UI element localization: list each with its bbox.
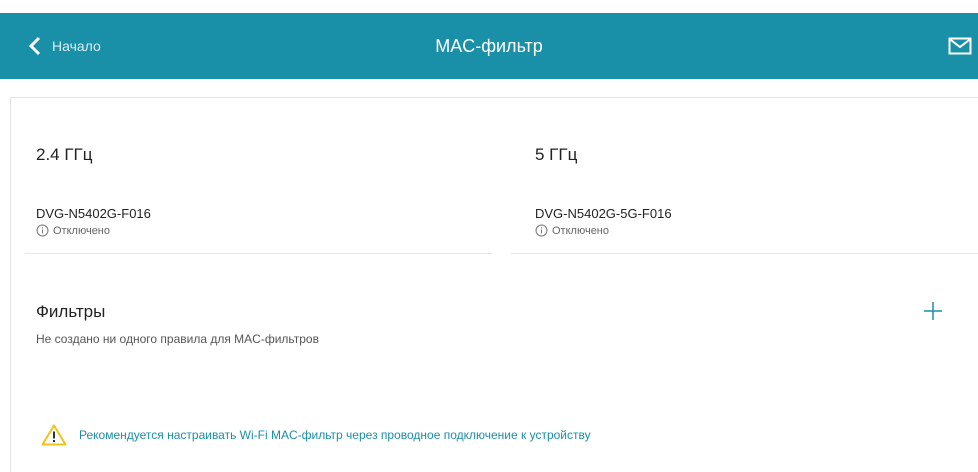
divider <box>25 253 492 254</box>
back-button[interactable]: Начало <box>28 13 101 79</box>
top-bar: Начало MAC-фильтр <box>0 13 978 79</box>
mail-icon[interactable] <box>948 37 972 55</box>
band-2-4-status: Отключено <box>36 224 110 237</box>
band-5-status-text: Отключено <box>552 224 609 237</box>
band-2-4-ssid[interactable]: DVG-N5402G-F016 <box>36 206 151 221</box>
back-label: Начало <box>52 38 101 54</box>
band-2-4-title: 2.4 ГГц <box>36 145 93 164</box>
band-2-4-status-text: Отключено <box>53 224 110 237</box>
divider <box>511 253 978 254</box>
warning-note: Рекомендуется настраивать Wi-Fi MAC-филь… <box>41 424 591 446</box>
filters-empty-message: Не создано ни одного правила для MAC-фил… <box>36 332 319 346</box>
band-5-status: Отключено <box>535 224 609 237</box>
page-title: MAC-фильтр <box>435 36 543 56</box>
band-5-title: 5 ГГц <box>535 145 578 164</box>
band-5-ssid[interactable]: DVG-N5402G-5G-F016 <box>535 206 672 221</box>
info-icon <box>535 224 548 237</box>
filters-title: Фильтры <box>36 302 106 321</box>
info-icon <box>36 224 49 237</box>
plus-icon[interactable] <box>923 301 943 321</box>
warning-text: Рекомендуется настраивать Wi-Fi MAC-филь… <box>79 428 591 442</box>
chevron-left-icon <box>28 36 41 56</box>
warning-icon <box>41 424 67 446</box>
content-panel: 2.4 ГГц DVG-N5402G-F016 Отключено 5 ГГц … <box>10 97 978 472</box>
